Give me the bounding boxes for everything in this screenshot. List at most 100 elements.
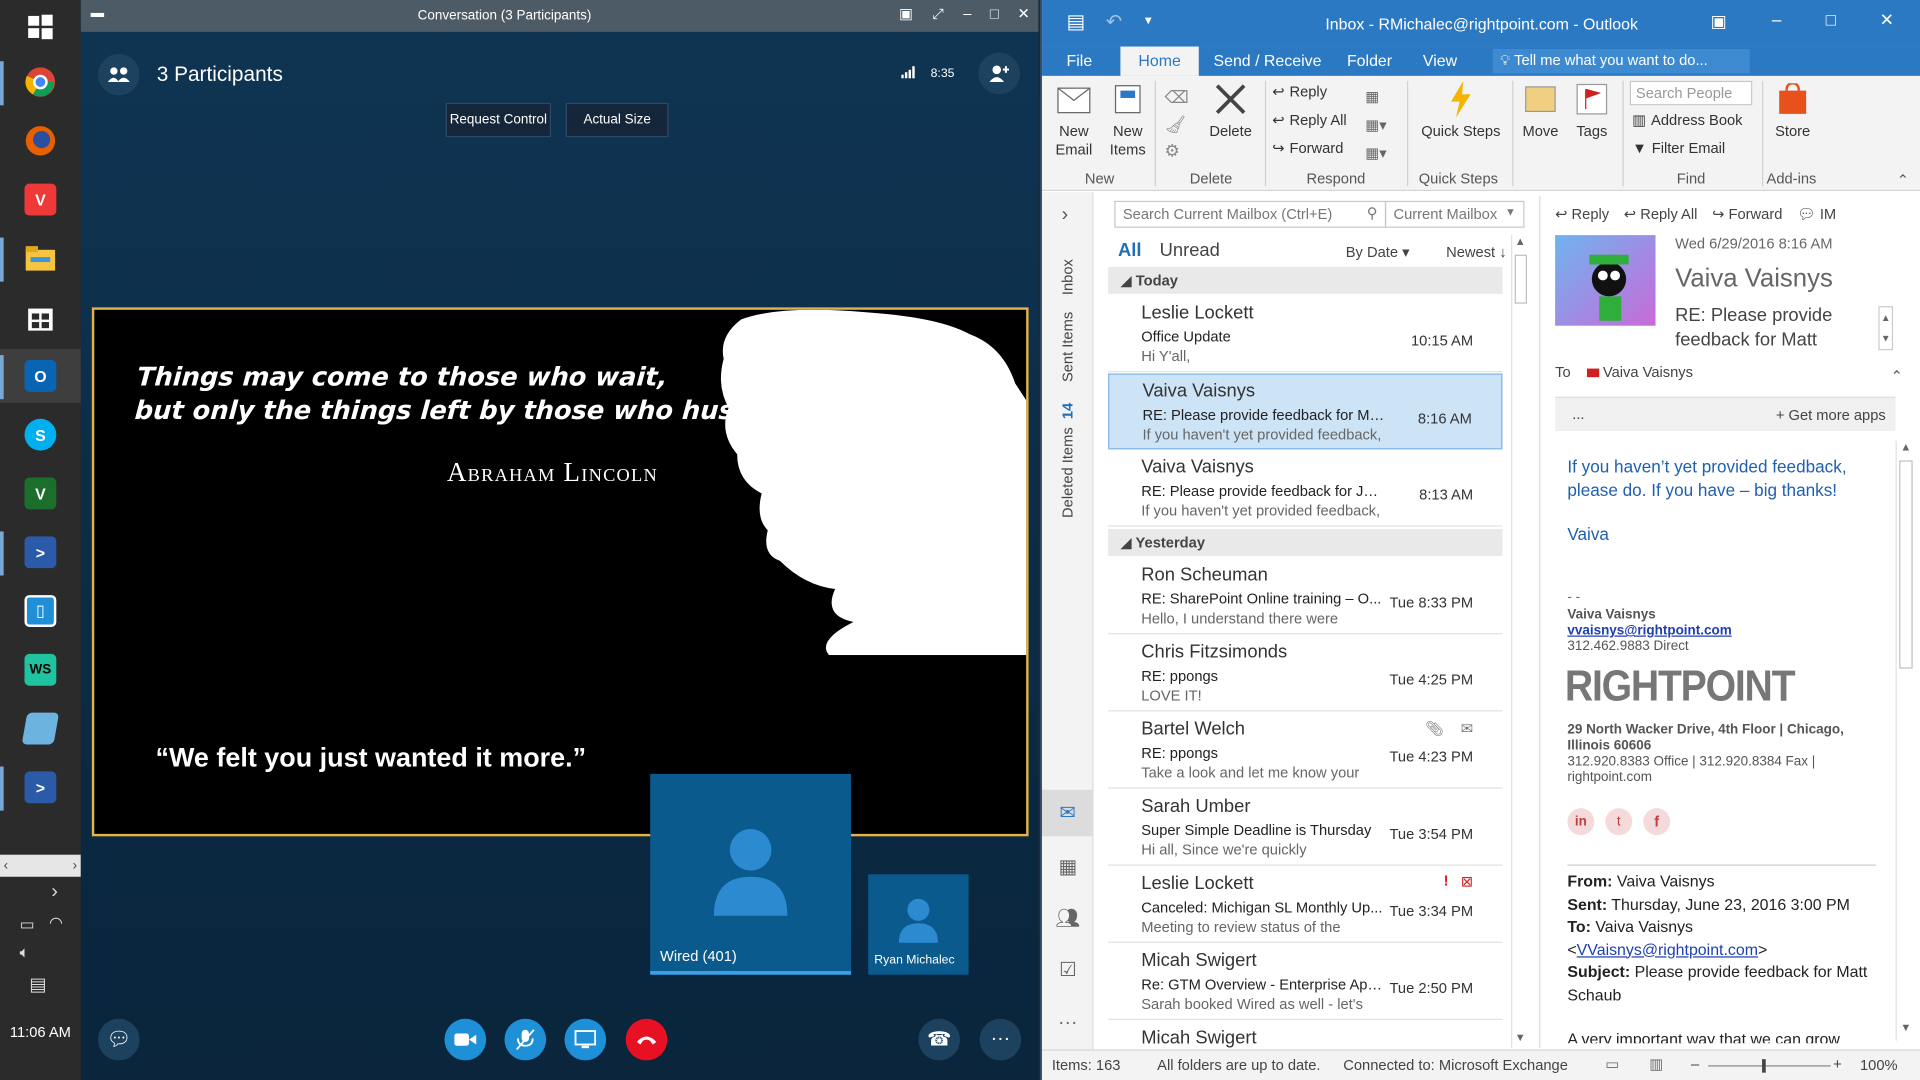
notifications-icon[interactable]: ▤ xyxy=(29,973,46,996)
list-item[interactable]: Vaiva Vaisnys RE: Please provide feedback… xyxy=(1108,451,1503,527)
share-screen-icon[interactable] xyxy=(564,1018,607,1061)
normal-view-icon[interactable]: ▭ xyxy=(1605,1056,1619,1073)
header-scroll[interactable]: ▲ ▼ xyxy=(1878,306,1894,351)
cleanup-icons[interactable]: ⌫ 🧹︎ ⚙︎ xyxy=(1164,83,1188,164)
list-item[interactable]: Leslie Lockett Canceled: Michigan SL Mont… xyxy=(1108,867,1503,943)
reading-im-button[interactable]: 💬︎ IM xyxy=(1797,206,1836,223)
skype-icon[interactable]: S xyxy=(11,408,70,462)
zoom-level[interactable]: 100% xyxy=(1860,1057,1898,1074)
zoom-slider[interactable] xyxy=(1708,1059,1831,1073)
tab-home[interactable]: Home xyxy=(1120,46,1199,76)
scroll-down-icon[interactable]: ▼ xyxy=(1515,1031,1526,1043)
chat-icon[interactable]: 💬︎ xyxy=(97,1018,140,1061)
ribbon-display-icon[interactable]: ▣ xyxy=(1711,11,1727,32)
clock[interactable]: 11:06 AM xyxy=(0,1024,81,1041)
folder-sent-items[interactable]: Sent Items xyxy=(1059,312,1076,382)
people-icon[interactable] xyxy=(97,53,140,96)
message-list-scrollbar[interactable]: ▲ ▼ xyxy=(1511,235,1528,1049)
signal-strength-icon[interactable] xyxy=(901,66,916,82)
powershell-icon[interactable]: > xyxy=(11,525,70,579)
reply-all-button[interactable]: ↩︎ Reply All xyxy=(1272,111,1346,128)
hang-up-icon[interactable] xyxy=(625,1018,668,1061)
new-email-button[interactable]: New Email xyxy=(1052,81,1096,159)
vim-icon[interactable]: V xyxy=(11,467,70,521)
sort-order[interactable]: Newest ↓ xyxy=(1446,244,1506,261)
powershell-icon[interactable]: > xyxy=(11,760,70,814)
chevron-right-icon[interactable]: › xyxy=(73,858,77,873)
move-button[interactable]: Move xyxy=(1517,81,1564,141)
list-item[interactable]: Micah Swigert Re: GTM Overview - Enterpri… xyxy=(1108,944,1503,1021)
reading-reply-button[interactable]: ↩︎ Reply xyxy=(1555,206,1609,223)
chevron-left-icon[interactable]: ‹ xyxy=(4,858,8,873)
mail-icon[interactable]: ✉︎ xyxy=(1042,789,1094,837)
respond-more-icons[interactable]: ▦ ▦▾ ▦▾ xyxy=(1365,83,1386,167)
scroll-up-icon[interactable]: ▲ xyxy=(1515,235,1526,247)
reply-button[interactable]: ↩︎ Reply xyxy=(1272,83,1327,100)
search-scope-dropdown[interactable]: Current Mailbox ▼ xyxy=(1384,200,1525,228)
more-options-icon[interactable]: ··· xyxy=(979,1018,1022,1061)
list-item[interactable]: Bartel Welch RE: ppongs Take a look and le… xyxy=(1108,713,1503,789)
firefox-icon[interactable] xyxy=(11,114,70,168)
app-icon[interactable]: ▯ xyxy=(11,584,70,638)
search-people-input[interactable]: Search People xyxy=(1629,80,1753,106)
zoom-slider-thumb[interactable] xyxy=(1762,1059,1766,1073)
get-more-apps-button[interactable]: + Get more apps xyxy=(1776,407,1886,424)
collapse-ribbon-icon[interactable]: ⌃ xyxy=(1897,171,1909,188)
reading-reply-all-button[interactable]: ↩︎ Reply All xyxy=(1624,206,1698,223)
reading-forward-button[interactable]: ↪︎ Forward xyxy=(1712,206,1782,223)
tasks-icon[interactable]: ☑︎ xyxy=(1042,947,1093,994)
address-book-button[interactable]: ▥ Address Book xyxy=(1632,111,1742,128)
tab-folder[interactable]: Folder xyxy=(1347,51,1392,69)
mailbox-search-input[interactable]: Search Current Mailbox (Ctrl+E) ⚲ xyxy=(1114,200,1387,228)
list-item[interactable]: Sarah Umber Super Simple Deadline is Thur… xyxy=(1108,790,1503,866)
tags-button[interactable]: Tags xyxy=(1569,81,1616,141)
reading-pane-scrollbar[interactable]: ▲ ▼ xyxy=(1895,440,1916,1041)
vivaldi-icon[interactable]: V xyxy=(11,173,70,227)
request-control-button[interactable]: Request Control xyxy=(445,102,552,138)
folder-deleted-items[interactable]: Deleted Items 14 xyxy=(1059,403,1076,518)
add-participant-icon[interactable] xyxy=(978,52,1021,95)
people-icon[interactable]: 👥︎ xyxy=(1042,895,1093,942)
to-fw-email-link[interactable]: VVaisnys@rightpoint.com xyxy=(1577,940,1758,958)
scroll-thumb[interactable] xyxy=(1514,254,1527,304)
quick-steps-button[interactable]: Quick Steps xyxy=(1414,80,1507,141)
video-camera-icon[interactable] xyxy=(444,1018,487,1061)
forward-button[interactable]: ↪︎ Forward xyxy=(1272,140,1343,157)
filter-unread[interactable]: Unread xyxy=(1160,240,1220,261)
more-actions-button[interactable]: ... xyxy=(1572,405,1584,422)
close-button[interactable]: ✕ xyxy=(1011,5,1035,22)
microphone-muted-icon[interactable] xyxy=(504,1018,547,1061)
windows-start-icon[interactable] xyxy=(11,0,70,54)
participant-tile-wired[interactable]: Wired (401) xyxy=(650,773,852,975)
file-explorer-icon[interactable] xyxy=(11,231,70,285)
chevron-right-icon[interactable]: › xyxy=(51,882,58,904)
maximize-button[interactable]: □ xyxy=(982,5,1006,22)
expand-pane-icon[interactable]: › xyxy=(1062,204,1069,226)
scroll-thumb[interactable] xyxy=(1899,460,1913,669)
store-button[interactable]: Store xyxy=(1769,81,1816,141)
battery-icon[interactable]: ▭ xyxy=(20,915,35,935)
twitter-icon[interactable]: t xyxy=(1605,808,1633,836)
participant-tile-ryan[interactable]: Ryan Michalec xyxy=(868,874,969,975)
zoom-in-icon[interactable]: + xyxy=(1833,1056,1842,1073)
linkedin-icon[interactable]: in xyxy=(1567,808,1595,836)
fullscreen-icon[interactable]: ⤢ xyxy=(926,5,950,23)
minimize-button[interactable]: – xyxy=(1772,10,1782,30)
scroll-up-icon[interactable]: ▲ xyxy=(1900,441,1911,453)
taskbar-scrollbar[interactable]: ‹ › xyxy=(0,854,81,877)
list-item[interactable]: Vaiva Vaisnys RE: Please provide feedback… xyxy=(1108,373,1503,450)
notepad-icon[interactable] xyxy=(11,702,70,756)
list-item[interactable]: Chris Fitzsimonds RE: ppongs LOVE IT! Tue 4… xyxy=(1108,636,1503,712)
more-modules-icon[interactable]: ··· xyxy=(1042,1000,1093,1047)
scroll-down-icon[interactable]: ▼ xyxy=(1900,1021,1911,1033)
store-icon[interactable] xyxy=(11,290,70,344)
actual-size-button[interactable]: Actual Size xyxy=(565,102,669,138)
tab-send-receive[interactable]: Send / Receive xyxy=(1213,51,1321,69)
minimize-button[interactable]: – xyxy=(955,5,979,22)
chrome-icon[interactable] xyxy=(11,55,70,109)
layout-icon[interactable]: ▣ xyxy=(894,5,918,22)
list-item[interactable]: Leslie Lockett Office Update Hi Y'all, 10:1… xyxy=(1108,296,1503,373)
facebook-icon[interactable]: f xyxy=(1643,808,1671,836)
filter-all[interactable]: All xyxy=(1118,240,1141,261)
outlook-icon[interactable]: O xyxy=(0,348,81,403)
